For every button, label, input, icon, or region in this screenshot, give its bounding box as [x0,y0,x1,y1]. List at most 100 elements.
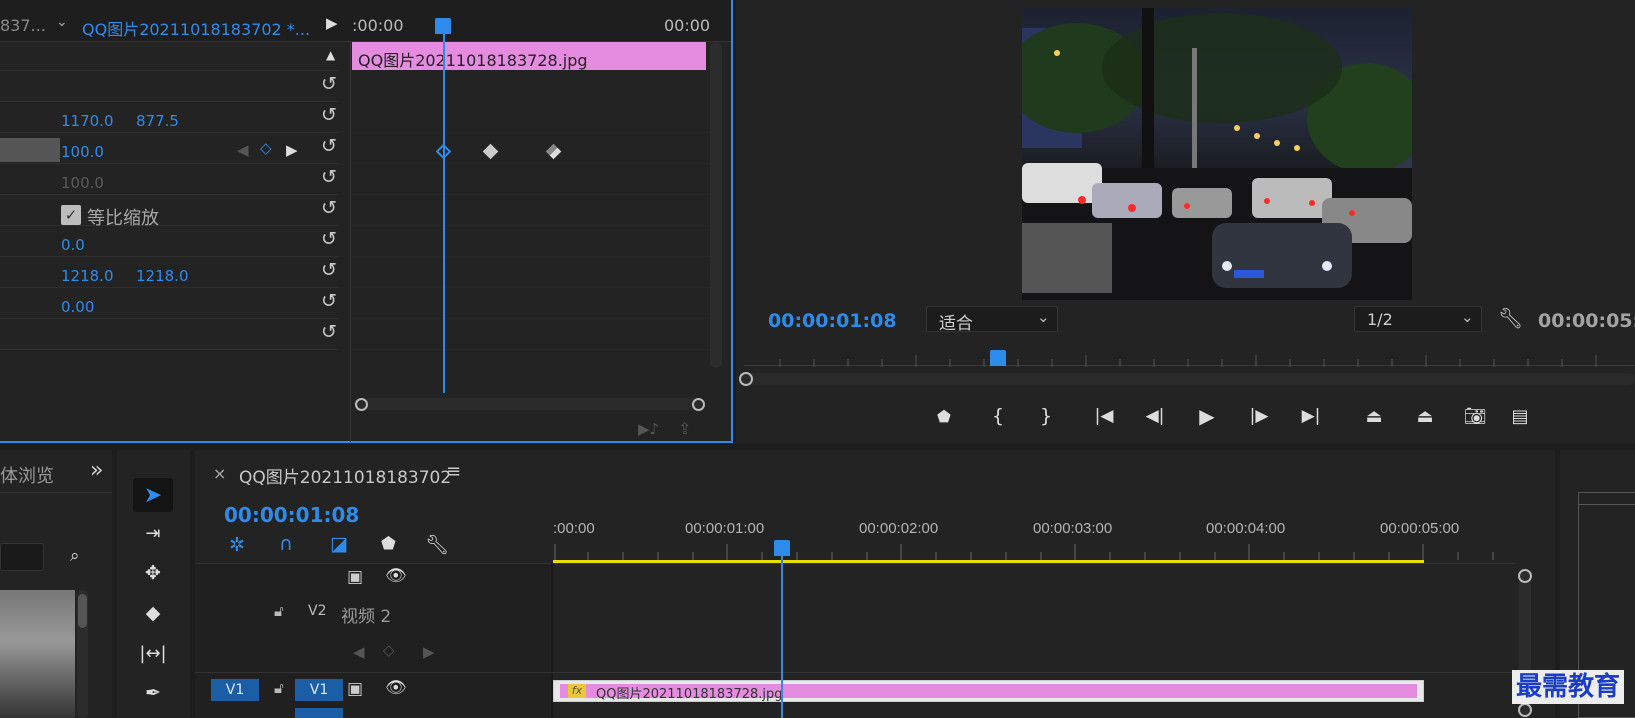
v1-camera-icon[interactable]: ▣ [347,679,363,699]
ec-zoom-bar[interactable] [354,398,702,410]
keyframe-diamond[interactable] [545,143,562,160]
extract-button[interactable]: ⏏ [1410,403,1440,429]
v1-track-label[interactable]: V1 [295,679,343,701]
position-x-value[interactable]: 1170.0 [61,112,114,130]
resolution-select[interactable]: 1/2 ⌄ [1354,306,1482,332]
ripple-edit-tool[interactable]: ✥ [133,556,173,590]
zoom-handle-right[interactable] [692,398,705,411]
lift-button[interactable]: ⏏ [1359,403,1389,429]
ec-playhead-handle[interactable] [435,18,451,34]
project-tab-fragment[interactable]: 体浏览 [0,462,54,488]
reset-icon[interactable]: ↺ [319,105,339,125]
timeline-settings-icon[interactable]: 🔧︎ [425,533,449,556]
prev-keyframe-icon[interactable]: ◀ [237,141,249,159]
prev-keyframe-icon[interactable]: ◀ [353,643,365,661]
timeline-clip-name: QQ图片20211018183728.jpg [596,687,783,702]
close-icon[interactable]: × [213,464,226,483]
zoom-handle-left[interactable] [355,398,368,411]
mark-in-button[interactable]: { [983,403,1013,429]
reset-icon[interactable]: ↺ [319,198,339,218]
panel-menu-icon[interactable]: ≡ [446,461,461,482]
tools-panel: ➤ ⇥ ✥ ◆ |↔| ✒ [117,450,190,718]
timeline-current-time[interactable]: 00:00:01:08 [224,503,359,527]
razor-tool[interactable]: ◆ [133,596,173,630]
reset-icon[interactable]: ↺ [319,291,339,311]
program-timecode-duration: 00:00:05:00 [1538,310,1635,332]
snap-magnet-icon[interactable]: ∩ [279,533,293,555]
program-timecode-current[interactable]: 00:00:01:08 [768,310,897,332]
step-forward-button[interactable]: |▶ [1244,403,1274,429]
track-select-tool[interactable]: ⇥ [133,516,173,550]
reset-icon[interactable]: ↺ [319,260,339,280]
selection-tool[interactable]: ➤ [133,478,173,512]
reset-icon[interactable]: ↺ [319,229,339,249]
v1-source-patch[interactable]: V1 [211,679,259,701]
v2-eye-icon[interactable]: 👁︎ [385,566,407,586]
collapse-up-icon[interactable]: ▲ [326,48,335,62]
chevron-down-icon: ⌄ [1037,308,1050,326]
fit-select-value: 适合 [939,314,973,334]
next-keyframe-icon[interactable]: ▶ [286,141,298,159]
reset-icon[interactable]: ↺ [319,136,339,156]
v1-eye-icon[interactable]: 👁︎ [385,678,407,698]
expand-right-icon[interactable]: ▶ [326,14,338,32]
v2-track-name: 视频 2 [341,607,392,627]
wrench-icon[interactable]: 🔧︎ [1498,306,1523,330]
keyframe-diamond[interactable] [482,143,499,160]
rotation-value[interactable]: 0.0 [61,236,85,254]
sequence-name[interactable]: QQ图片20211018183702 [239,463,451,488]
position-y-value[interactable]: 877.5 [136,112,179,130]
chevron-down-icon[interactable]: ⌄ [56,14,68,30]
play-button[interactable]: ▶ [1192,403,1222,429]
camera-icon[interactable]: 📷︎ [1460,403,1490,429]
v1-lock-icon[interactable]: 🔓︎ [274,679,284,697]
project-thumbnail[interactable] [0,590,75,718]
audio-only-icon[interactable]: ▶♪ [638,420,659,438]
reset-icon[interactable]: ↺ [319,74,339,94]
project-scrollbar[interactable] [77,590,88,718]
program-zoom-bar[interactable] [740,373,1635,385]
ec-timeline-start: :00:00 [352,16,404,35]
project-panel: 体浏览 » ⌕ [0,450,112,718]
scale-value[interactable]: 100.0 [61,143,104,161]
resolution-select-value: 1/2 [1367,310,1393,329]
program-ruler[interactable] [744,352,1635,367]
fx-badge[interactable]: fx [568,684,586,698]
linked-selection-icon[interactable]: ◪ [330,533,348,555]
fit-select[interactable]: 适合 ⌄ [926,306,1058,334]
zoom-handle-left[interactable] [739,372,753,386]
pen-tool[interactable]: ✒ [133,676,173,710]
reset-icon[interactable]: ↺ [319,167,339,187]
mark-out-button[interactable]: } [1031,403,1061,429]
anchor-y-value[interactable]: 1218.0 [136,267,189,285]
ec-scrollbar[interactable] [710,42,722,368]
uniform-scale-label: 等比缩放 [87,208,159,229]
reset-icon[interactable]: ↺ [319,322,339,342]
anchor-x-value[interactable]: 1218.0 [61,267,114,285]
add-marker-icon[interactable]: ⬟ [381,534,396,554]
slip-tool[interactable]: |↔| [133,636,173,670]
compare-view-button[interactable]: ▤ [1505,403,1535,429]
export-icon[interactable]: ⇪ [678,419,691,438]
find-icon[interactable]: ⌕ [70,546,80,566]
go-to-out-button[interactable]: ▶| [1296,403,1326,429]
uniform-scale-checkbox[interactable]: ✓ [61,205,81,225]
add-marker-button[interactable]: ⬟ [929,403,959,429]
panel-more-icon[interactable]: » [90,458,103,483]
step-back-button[interactable]: ◀| [1140,403,1170,429]
add-keyframe-icon[interactable]: ◇ [383,641,395,659]
project-search-input[interactable] [0,543,44,571]
add-keyframe-icon[interactable]: ◇ [260,139,272,157]
go-to-in-button[interactable]: |◀ [1089,403,1119,429]
v2-lock-icon[interactable]: 🔓︎ [274,602,284,620]
clip-tab[interactable]: QQ图片20211018183702 *... [82,16,310,40]
v2-camera-icon[interactable]: ▣ [347,567,363,587]
source-tab-fragment[interactable]: 837... [0,16,46,35]
scale-slider-fill[interactable] [0,138,60,162]
timeline-clip[interactable]: fx QQ图片20211018183728.jpg [553,680,1424,702]
anti-flicker-value[interactable]: 0.00 [61,298,94,316]
program-playhead[interactable] [990,350,1006,366]
nest-icon[interactable]: ✲ [229,534,245,556]
next-keyframe-icon[interactable]: ▶ [423,643,435,661]
timeline-panel: × QQ图片20211018183702 ≡ 00:00:01:08 ✲ ∩ ◪… [195,450,1555,718]
